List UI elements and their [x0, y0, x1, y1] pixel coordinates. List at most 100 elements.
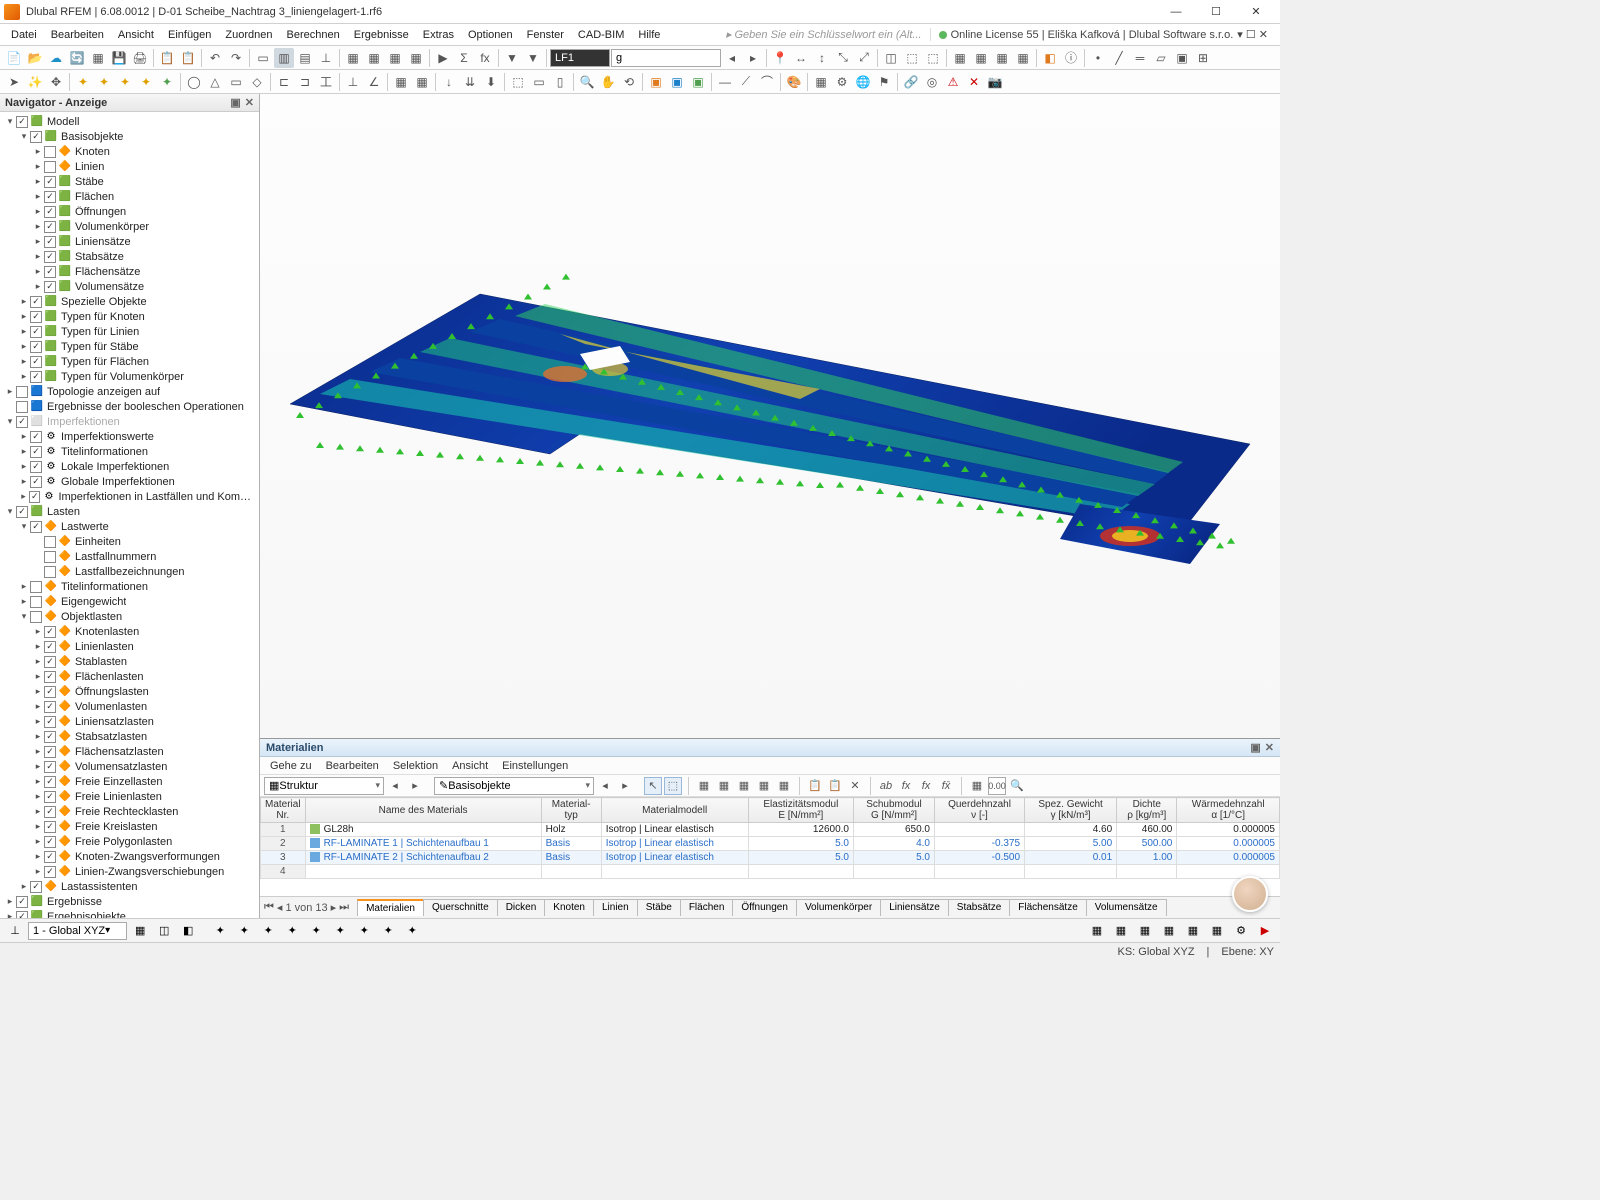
tab-materialien[interactable]: Materialien — [357, 899, 424, 916]
materials-grid[interactable]: MaterialNr.Name des MaterialsMaterial-ty… — [260, 797, 1280, 896]
info-icon[interactable]: ⓘ — [1061, 48, 1081, 68]
structure-combo[interactable]: ▦ Struktur — [264, 777, 384, 795]
sb-snap5-icon[interactable]: ✦ — [305, 921, 327, 941]
close-button[interactable]: ✕ — [1236, 1, 1276, 23]
line-tool1-icon[interactable]: — — [715, 72, 735, 92]
mesh2-icon[interactable]: ▦ — [412, 72, 432, 92]
surface-icon[interactable]: ▱ — [1151, 48, 1171, 68]
fx-icon[interactable]: fx — [475, 48, 495, 68]
tree-item[interactable]: ▸✓🔶Flächensatzlasten — [0, 744, 259, 759]
copy-icon[interactable]: 📋 — [157, 48, 177, 68]
tree-item[interactable]: ▸✓🔶Knoten-Zwangsverformungen — [0, 849, 259, 864]
tree-item[interactable]: ▸🔶Titelinformationen — [0, 579, 259, 594]
menu-fenster[interactable]: Fenster — [520, 27, 571, 43]
lc-next-icon[interactable]: ▸ — [743, 48, 763, 68]
tree-item[interactable]: ▸✓🟩Ergebnisse — [0, 894, 259, 909]
nav-next-icon[interactable]: ▸ — [406, 777, 424, 795]
sb-r2-icon[interactable]: ▦ — [1110, 921, 1132, 941]
tree-item[interactable]: ▸✓🟩Stabsätze — [0, 249, 259, 264]
menu-bearbeiten[interactable]: Bearbeiten — [44, 27, 111, 43]
tool-fx2-icon[interactable]: fx — [917, 777, 935, 795]
tab-knoten[interactable]: Knoten — [544, 899, 594, 916]
tree-item[interactable]: ▸✓🟩Spezielle Objekte — [0, 294, 259, 309]
pin-red-icon[interactable]: 📍 — [770, 48, 790, 68]
tab-dicken[interactable]: Dicken — [497, 899, 546, 916]
dim1-icon[interactable]: ↔ — [791, 48, 811, 68]
tree-item[interactable]: ▸✓🟩Volumenkörper — [0, 219, 259, 234]
sel-arrow-icon[interactable]: ➤ — [4, 72, 24, 92]
panel-pin-icon[interactable]: ▣ — [1250, 741, 1260, 754]
grid3-icon[interactable]: ▦ — [385, 48, 405, 68]
page-next-icon[interactable]: ▸ — [331, 901, 337, 914]
tool-num-icon[interactable]: 0.00 — [988, 777, 1006, 795]
load3-icon[interactable]: ⬇ — [481, 72, 501, 92]
tree-item[interactable]: ▸✓🔶Lastassistenten — [0, 879, 259, 894]
collapse-icon[interactable]: ▣ — [230, 96, 240, 109]
line-tool3-icon[interactable]: ⌒ — [757, 72, 777, 92]
open-icon[interactable]: 📂 — [25, 48, 45, 68]
color-icon[interactable]: 🎨 — [784, 72, 804, 92]
sb-r4-icon[interactable]: ▦ — [1158, 921, 1180, 941]
tree-item[interactable]: ▾✓🔶Lastwerte — [0, 519, 259, 534]
nav-prev-icon[interactable]: ◂ — [386, 777, 404, 795]
tree-item[interactable]: ▾✓🟩Lasten — [0, 504, 259, 519]
sb-gear-icon[interactable]: ⚙ — [1230, 921, 1252, 941]
geom4-icon[interactable]: ◇ — [247, 72, 267, 92]
view1-icon[interactable]: ▭ — [253, 48, 273, 68]
globe-icon[interactable]: 🌐 — [853, 72, 873, 92]
sec2-icon[interactable]: ⊐ — [295, 72, 315, 92]
tab-liniensätze[interactable]: Liniensätze — [880, 899, 949, 916]
tool-1-icon[interactable]: ▦ — [695, 777, 713, 795]
tool-a-icon[interactable]: ◫ — [881, 48, 901, 68]
coord-system-combo[interactable]: 1 - Global XYZ ▾ — [28, 922, 127, 940]
menu-datei[interactable]: Datei — [4, 27, 44, 43]
sec3-icon[interactable]: 工 — [316, 72, 336, 92]
menu-zuordnen[interactable]: Zuordnen — [218, 27, 279, 43]
tab-flächensätze[interactable]: Flächensätze — [1009, 899, 1086, 916]
tool-del-icon[interactable]: ✕ — [846, 777, 864, 795]
tree-item[interactable]: ▸✓🔶Freie Rechtecklasten — [0, 804, 259, 819]
tree-item[interactable]: ▸🟦Topologie anzeigen auf — [0, 384, 259, 399]
axis-icon[interactable]: ⊥ — [316, 48, 336, 68]
tree-item[interactable]: ▸✓🔶Volumensatzlasten — [0, 759, 259, 774]
tree-item[interactable]: ▾✓🟩Basisobjekte — [0, 129, 259, 144]
tree-item[interactable]: ▸🔶Eigengewicht — [0, 594, 259, 609]
target-icon[interactable]: ◎ — [922, 72, 942, 92]
license-info[interactable]: Online License 55 | Eliška Kafková | Dlu… — [930, 28, 1276, 41]
view3-icon[interactable]: ▤ — [295, 48, 315, 68]
tree-item[interactable]: ▸✓🔶Knotenlasten — [0, 624, 259, 639]
set-icon[interactable]: ⊞ — [1193, 48, 1213, 68]
snap2-icon[interactable]: ✦ — [94, 72, 114, 92]
zoom-icon[interactable]: 🔍 — [577, 72, 597, 92]
tree-item[interactable]: ▸✓🔶Freie Kreislasten — [0, 819, 259, 834]
tree-item[interactable]: ▸✓🟩Flächensätze — [0, 264, 259, 279]
sb-2-icon[interactable]: ◫ — [153, 921, 175, 941]
mat-menu-ansicht[interactable]: Ansicht — [446, 759, 494, 773]
tree-item[interactable]: ▸✓⚙Globale Imperfektionen — [0, 474, 259, 489]
tree-item[interactable]: ▸✓🔶Liniensatzlasten — [0, 714, 259, 729]
sb-snap7-icon[interactable]: ✦ — [353, 921, 375, 941]
nav2-prev-icon[interactable]: ◂ — [596, 777, 614, 795]
geom3-icon[interactable]: ▭ — [226, 72, 246, 92]
solid-icon[interactable]: ▣ — [1172, 48, 1192, 68]
member-icon[interactable]: ═ — [1130, 48, 1150, 68]
tree-item[interactable]: ▸✓🔶Stabsatzlasten — [0, 729, 259, 744]
sec1-icon[interactable]: ⊏ — [274, 72, 294, 92]
tree-item[interactable]: ▸🔶Linien — [0, 159, 259, 174]
tool-5-icon[interactable]: ▦ — [775, 777, 793, 795]
tool-4-icon[interactable]: ▦ — [755, 777, 773, 795]
tool-grid-icon[interactable]: ▦ — [968, 777, 986, 795]
flag-icon[interactable]: ⚑ — [874, 72, 894, 92]
page-prev-icon[interactable]: ◂ — [277, 901, 283, 914]
grid-tool-icon[interactable]: ▦ — [811, 72, 831, 92]
tree-item[interactable]: 🔶Lastfallbezeichnungen — [0, 564, 259, 579]
load1-icon[interactable]: ↓ — [439, 72, 459, 92]
tree-item[interactable]: ▸✓⚙Lokale Imperfektionen — [0, 459, 259, 474]
lc-prev-icon[interactable]: ◂ — [722, 48, 742, 68]
delete-icon[interactable]: ✕ — [964, 72, 984, 92]
cube2-icon[interactable]: ▣ — [667, 72, 687, 92]
tree-item[interactable]: ▾✓⬜Imperfektionen — [0, 414, 259, 429]
undo-icon[interactable]: ↶ — [205, 48, 225, 68]
grid4-icon[interactable]: ▦ — [406, 48, 426, 68]
view-iso-icon[interactable]: ⬚ — [508, 72, 528, 92]
